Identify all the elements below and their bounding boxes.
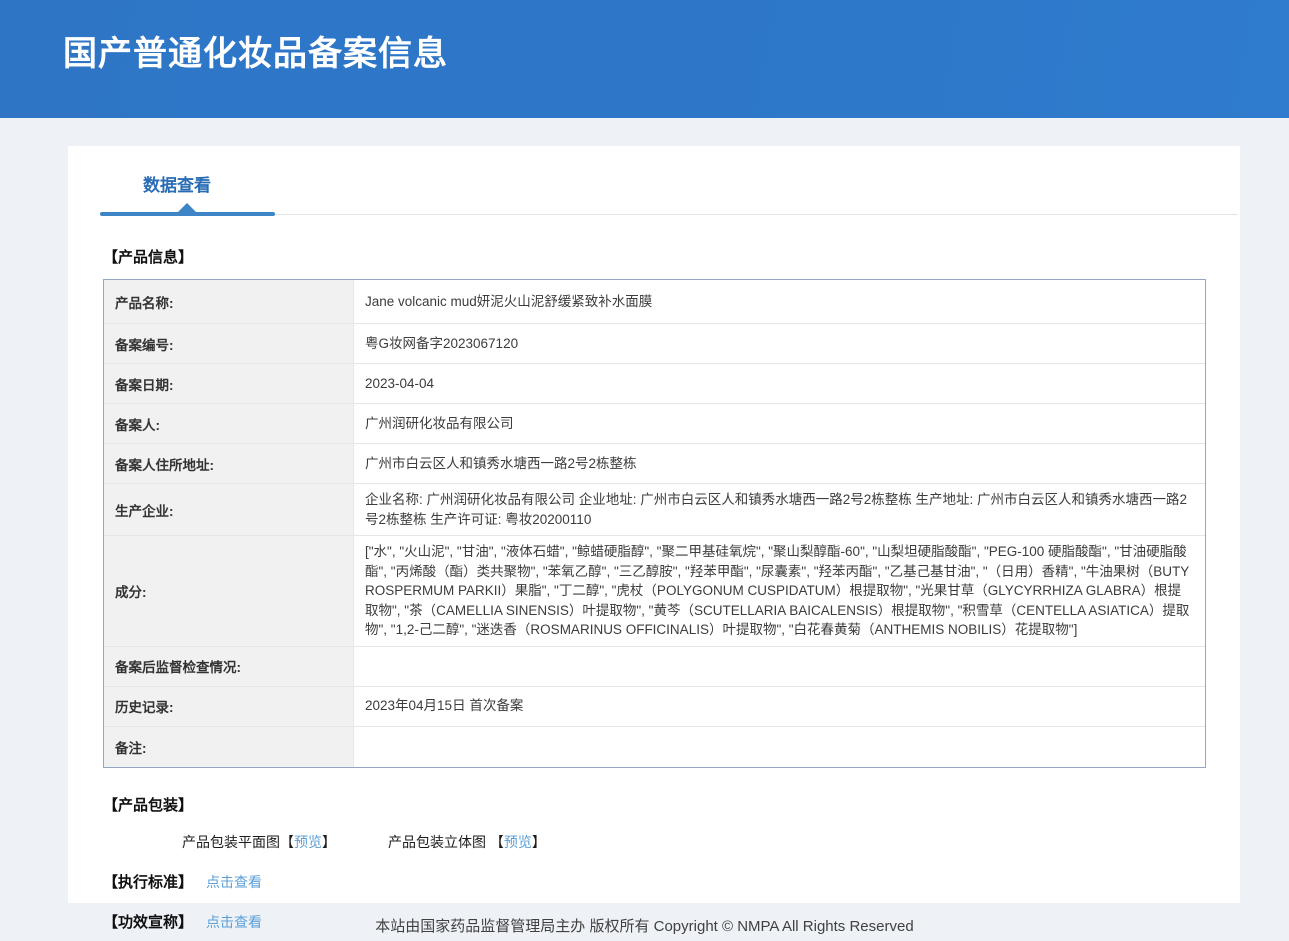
tab-underline bbox=[68, 208, 1240, 220]
row-value bbox=[354, 647, 1205, 686]
tab-data-view[interactable]: 数据查看 bbox=[143, 171, 211, 196]
row-value: 广州市白云区人和镇秀水塘西一路2号2栋整栋 bbox=[354, 444, 1205, 483]
row-label: 产品名称: bbox=[104, 280, 354, 323]
page-title: 国产普通化妆品备案信息 bbox=[0, 0, 1289, 75]
row-label: 成分: bbox=[104, 536, 354, 646]
section-title-product-info: 【产品信息】 bbox=[103, 246, 1240, 267]
row-label: 备案人住所地址: bbox=[104, 444, 354, 483]
table-row: 备注: bbox=[104, 727, 1205, 767]
row-value: 广州润研化妆品有限公司 bbox=[354, 404, 1205, 443]
bracket: 【 bbox=[490, 834, 504, 850]
row-value: 粤G妆网备字2023067120 bbox=[354, 324, 1205, 363]
packaging-stereo-label: 产品包装立体图 bbox=[388, 834, 490, 850]
packaging-stereo-preview-link[interactable]: 预览 bbox=[504, 834, 532, 850]
tab-active-pointer-icon bbox=[178, 203, 196, 212]
row-label: 备案人: bbox=[104, 404, 354, 443]
row-label: 备案后监督检查情况: bbox=[104, 647, 354, 686]
table-row: 历史记录: 2023年04月15日 首次备案 bbox=[104, 687, 1205, 727]
section-title-packaging: 【产品包装】 bbox=[103, 794, 1240, 815]
tab-active-indicator bbox=[100, 212, 275, 216]
bracket: 】 bbox=[322, 834, 336, 850]
bracket: 】 bbox=[532, 834, 546, 850]
product-info-table: 产品名称: Jane volcanic mud妍泥火山泥舒缓紧致补水面膜 备案编… bbox=[103, 279, 1206, 768]
packaging-flat-label: 产品包装平面图 bbox=[182, 834, 280, 850]
standard-view-link[interactable]: 点击查看 bbox=[206, 874, 262, 890]
row-value: ["水", "火山泥", "甘油", "液体石蜡", "鲸蜡硬脂醇", "聚二甲… bbox=[354, 536, 1205, 646]
row-label: 历史记录: bbox=[104, 687, 354, 726]
table-row: 产品名称: Jane volcanic mud妍泥火山泥舒缓紧致补水面膜 bbox=[104, 280, 1205, 324]
packaging-links-row: 产品包装平面图【预览】产品包装立体图 【预览】 bbox=[182, 832, 1240, 852]
page-header: 国产普通化妆品备案信息 bbox=[0, 0, 1289, 118]
table-row: 备案人: 广州润研化妆品有限公司 bbox=[104, 404, 1205, 444]
row-value: Jane volcanic mud妍泥火山泥舒缓紧致补水面膜 bbox=[354, 280, 1205, 323]
efficacy-view-link[interactable]: 点击查看 bbox=[206, 914, 262, 930]
table-row: 备案人住所地址: 广州市白云区人和镇秀水塘西一路2号2栋整栋 bbox=[104, 444, 1205, 484]
efficacy-row: 【功效宣称】点击查看 bbox=[103, 911, 1240, 932]
row-value bbox=[354, 727, 1205, 767]
table-row: 备案编号: 粤G妆网备字2023067120 bbox=[104, 324, 1205, 364]
efficacy-title: 【功效宣称】 bbox=[103, 914, 193, 931]
table-row: 备案后监督检查情况: bbox=[104, 647, 1205, 687]
row-label: 生产企业: bbox=[104, 484, 354, 535]
table-row: 生产企业: 企业名称: 广州润研化妆品有限公司 企业地址: 广州市白云区人和镇秀… bbox=[104, 484, 1205, 536]
tab-bar: 数据查看 bbox=[68, 146, 1240, 220]
content-card: 数据查看 【产品信息】 产品名称: Jane volcanic mud妍泥火山泥… bbox=[68, 146, 1240, 903]
row-value: 企业名称: 广州润研化妆品有限公司 企业地址: 广州市白云区人和镇秀水塘西一路2… bbox=[354, 484, 1205, 535]
row-value: 2023年04月15日 首次备案 bbox=[354, 687, 1205, 726]
row-value: 2023-04-04 bbox=[354, 364, 1205, 403]
standard-row: 【执行标准】点击查看 bbox=[103, 871, 1240, 892]
row-label: 备案日期: bbox=[104, 364, 354, 403]
table-row: 备案日期: 2023-04-04 bbox=[104, 364, 1205, 404]
packaging-flat-preview-link[interactable]: 预览 bbox=[294, 834, 322, 850]
bracket: 【 bbox=[280, 834, 294, 850]
row-label: 备案编号: bbox=[104, 324, 354, 363]
row-label: 备注: bbox=[104, 727, 354, 767]
table-row: 成分: ["水", "火山泥", "甘油", "液体石蜡", "鲸蜡硬脂醇", … bbox=[104, 536, 1205, 647]
standard-title: 【执行标准】 bbox=[103, 874, 193, 891]
